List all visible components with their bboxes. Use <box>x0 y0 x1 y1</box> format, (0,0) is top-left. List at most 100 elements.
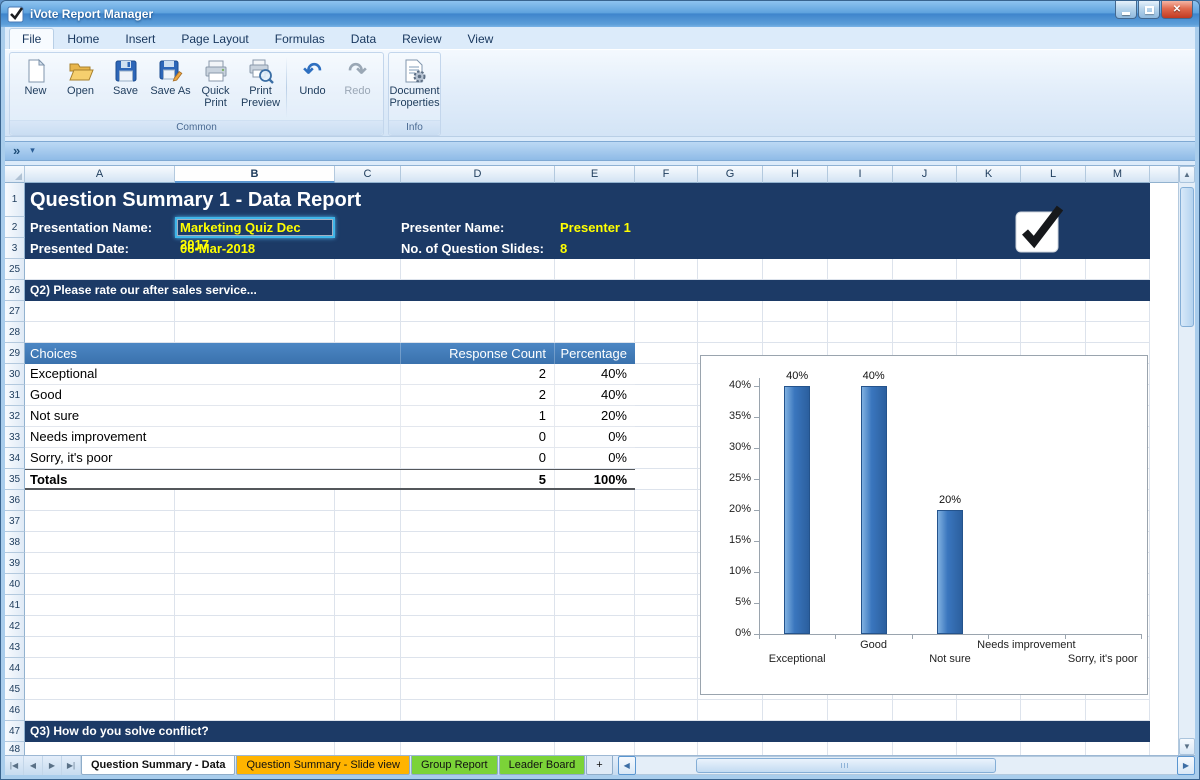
row-header-3[interactable]: 3 <box>5 238 25 259</box>
column-header-k[interactable]: K <box>957 166 1021 183</box>
row-header-26[interactable]: 26 <box>5 280 25 301</box>
sheet-content[interactable]: Question Summary 1 - Data Report Present… <box>25 183 1150 755</box>
row-header-40[interactable]: 40 <box>5 574 25 595</box>
column-header-g[interactable]: G <box>698 166 763 183</box>
column-header-i[interactable]: I <box>828 166 893 183</box>
row-header-27[interactable]: 27 <box>5 301 25 322</box>
previous-sheet-button[interactable]: ◀ <box>24 756 43 775</box>
ribbon-tab-insert[interactable]: Insert <box>112 28 168 49</box>
column-header-f[interactable]: F <box>635 166 698 183</box>
undo-button[interactable]: ↶ Undo <box>290 55 335 120</box>
row-header-31[interactable]: 31 <box>5 385 25 406</box>
sheet-tab-question-summary-data[interactable]: Question Summary - Data <box>81 756 235 775</box>
row-header-36[interactable]: 36 <box>5 490 25 511</box>
title-bar[interactable]: iVote Report Manager ✕ <box>1 1 1199 27</box>
column-header-e[interactable]: E <box>555 166 635 183</box>
row-header-47[interactable]: 47 <box>5 721 25 742</box>
close-button[interactable]: ✕ <box>1161 1 1193 19</box>
open-button[interactable]: Open <box>58 55 103 120</box>
scroll-up-icon[interactable]: ▲ <box>1179 166 1195 183</box>
presenter-name-value[interactable]: Presenter 1 <box>555 217 675 238</box>
ribbon-tab-review[interactable]: Review <box>389 28 454 49</box>
ribbon-tab-page-layout[interactable]: Page Layout <box>168 28 261 49</box>
save-button[interactable]: Save <box>103 55 148 120</box>
row-header-48[interactable]: 48 <box>5 742 25 755</box>
row-header-46[interactable]: 46 <box>5 700 25 721</box>
row-header-28[interactable]: 28 <box>5 322 25 343</box>
row-header-35[interactable]: 35 <box>5 469 25 490</box>
slides-count-value[interactable]: 8 <box>555 238 615 259</box>
minimize-button[interactable] <box>1115 1 1137 19</box>
chart-object[interactable]: 0%5%10%15%20%25%30%35%40% 40%Exceptional… <box>700 355 1148 695</box>
row-header-45[interactable]: 45 <box>5 679 25 700</box>
worksheet[interactable]: ABCDEFGHIJKLM 12325262728293031323334353… <box>5 166 1178 755</box>
row-header-41[interactable]: 41 <box>5 595 25 616</box>
horizontal-scrollbar[interactable]: ◀ ▶ <box>618 756 1195 775</box>
sheet-tab-[interactable]: + <box>586 756 612 775</box>
row-header-37[interactable]: 37 <box>5 511 25 532</box>
row-header-2[interactable]: 2 <box>5 217 25 238</box>
column-header-m[interactable]: M <box>1086 166 1150 183</box>
table-row[interactable]: Needs improvement00% <box>25 427 635 448</box>
new-button[interactable]: New <box>13 55 58 120</box>
table-row[interactable]: Good240% <box>25 385 635 406</box>
ribbon-tab-data[interactable]: Data <box>338 28 389 49</box>
table-totals-row[interactable]: Totals 5 100% <box>25 469 635 490</box>
table-row[interactable]: Sorry, it's poor00% <box>25 448 635 469</box>
column-header-l[interactable]: L <box>1021 166 1086 183</box>
ribbon-tab-view[interactable]: View <box>455 28 507 49</box>
ribbon-tab-formulas[interactable]: Formulas <box>262 28 338 49</box>
scroll-left-icon[interactable]: ◀ <box>618 756 636 775</box>
ribbon-tab-file[interactable]: File <box>9 28 54 49</box>
vertical-scroll-track[interactable] <box>1179 183 1195 738</box>
active-cell-b2[interactable]: Marketing Quiz Dec 2017 <box>175 217 335 238</box>
column-header-a[interactable]: A <box>25 166 175 183</box>
table-row[interactable]: Not sure120% <box>25 406 635 427</box>
row-header-29[interactable]: 29 <box>5 343 25 364</box>
last-sheet-button[interactable]: ▶| <box>62 756 81 775</box>
row-header-44[interactable]: 44 <box>5 658 25 679</box>
ribbon-group-caption-info: Info <box>389 120 440 135</box>
column-header-b[interactable]: B <box>175 166 335 183</box>
print-preview-button[interactable]: Print Preview <box>238 55 283 120</box>
question2-banner[interactable]: Q2) Please rate our after sales service.… <box>25 280 1150 301</box>
sheet-tab-question-summary-slide-view[interactable]: Question Summary - Slide view <box>236 756 409 775</box>
expand-toolbar-icon[interactable]: » <box>13 143 20 158</box>
vertical-scroll-thumb[interactable] <box>1180 187 1194 327</box>
row-header-32[interactable]: 32 <box>5 406 25 427</box>
row-header-43[interactable]: 43 <box>5 637 25 658</box>
row-header-33[interactable]: 33 <box>5 427 25 448</box>
column-header-d[interactable]: D <box>401 166 555 183</box>
first-sheet-button[interactable]: |◀ <box>5 756 24 775</box>
vertical-scrollbar[interactable]: ▲ ▼ <box>1178 166 1195 755</box>
row-header-42[interactable]: 42 <box>5 616 25 637</box>
horizontal-scroll-track[interactable] <box>636 756 1177 775</box>
horizontal-scroll-thumb[interactable] <box>696 758 996 773</box>
row-header-30[interactable]: 30 <box>5 364 25 385</box>
redo-button[interactable]: ↷ Redo <box>335 55 380 120</box>
save-as-button[interactable]: Save As <box>148 55 193 120</box>
row-header-39[interactable]: 39 <box>5 553 25 574</box>
sheet-tab-group-report[interactable]: Group Report <box>411 756 498 775</box>
row-header-34[interactable]: 34 <box>5 448 25 469</box>
table-row[interactable]: Exceptional240% <box>25 364 635 385</box>
ribbon-tab-home[interactable]: Home <box>54 28 112 49</box>
column-header-c[interactable]: C <box>335 166 401 183</box>
document-properties-button[interactable]: Document Properties <box>392 55 437 120</box>
toolbar-dropdown-icon[interactable]: ▾ <box>30 145 35 156</box>
scroll-right-icon[interactable]: ▶ <box>1177 756 1195 775</box>
column-header-j[interactable]: J <box>893 166 957 183</box>
x-axis-tick <box>912 634 913 639</box>
sheet-tab-leader-board[interactable]: Leader Board <box>499 756 586 775</box>
select-all-corner[interactable] <box>5 166 25 183</box>
presented-date-value[interactable]: 06-Mar-2018 <box>175 238 335 259</box>
question3-banner[interactable]: Q3) How do you solve conflict? <box>25 721 1150 742</box>
row-header-38[interactable]: 38 <box>5 532 25 553</box>
quick-print-button[interactable]: Quick Print <box>193 55 238 120</box>
scroll-down-icon[interactable]: ▼ <box>1179 738 1195 755</box>
column-header-h[interactable]: H <box>763 166 828 183</box>
maximize-button[interactable] <box>1138 1 1160 19</box>
row-header-1[interactable]: 1 <box>5 183 25 217</box>
next-sheet-button[interactable]: ▶ <box>43 756 62 775</box>
row-header-25[interactable]: 25 <box>5 259 25 280</box>
